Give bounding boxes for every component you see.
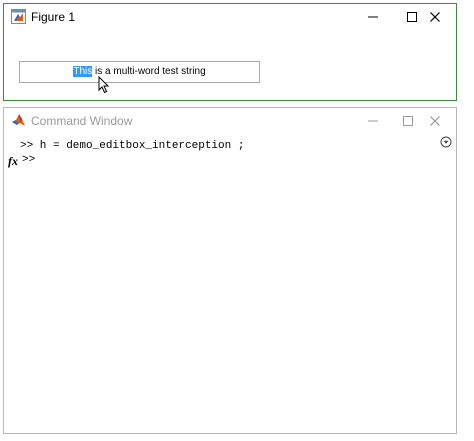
close-icon — [430, 12, 440, 22]
command-minimize-button[interactable] — [354, 108, 392, 134]
command-prompt[interactable]: >> — [22, 154, 35, 167]
command-close-button[interactable] — [416, 108, 454, 134]
mouse-pointer-icon — [98, 76, 110, 94]
close-icon — [430, 116, 440, 126]
command-titlebar[interactable]: Command Window — [4, 108, 456, 134]
figure-window: Figure 1 This is a multi-word test strin… — [3, 3, 457, 101]
command-window: Command Window >> h = demo_editbox_inter… — [3, 107, 457, 434]
close-button[interactable] — [416, 4, 454, 30]
figure-window-title: Figure 1 — [31, 10, 76, 24]
selected-text[interactable]: This — [73, 66, 93, 77]
command-history-line: >> h = demo_editbox_interception ; — [20, 140, 245, 152]
figure-titlebar[interactable]: Figure 1 — [4, 4, 456, 30]
edit-box[interactable]: This is a multi-word test string — [19, 61, 260, 83]
function-browser-icon[interactable]: fx — [8, 154, 18, 169]
command-window-title: Command Window — [31, 114, 133, 128]
minimize-button[interactable] — [354, 4, 392, 30]
figure-window-icon — [11, 9, 26, 24]
options-dropdown-icon[interactable] — [440, 136, 452, 148]
minimize-icon — [368, 16, 378, 18]
maximize-icon — [403, 116, 413, 126]
matlab-logo-icon — [12, 114, 25, 126]
minimize-icon — [368, 120, 378, 122]
